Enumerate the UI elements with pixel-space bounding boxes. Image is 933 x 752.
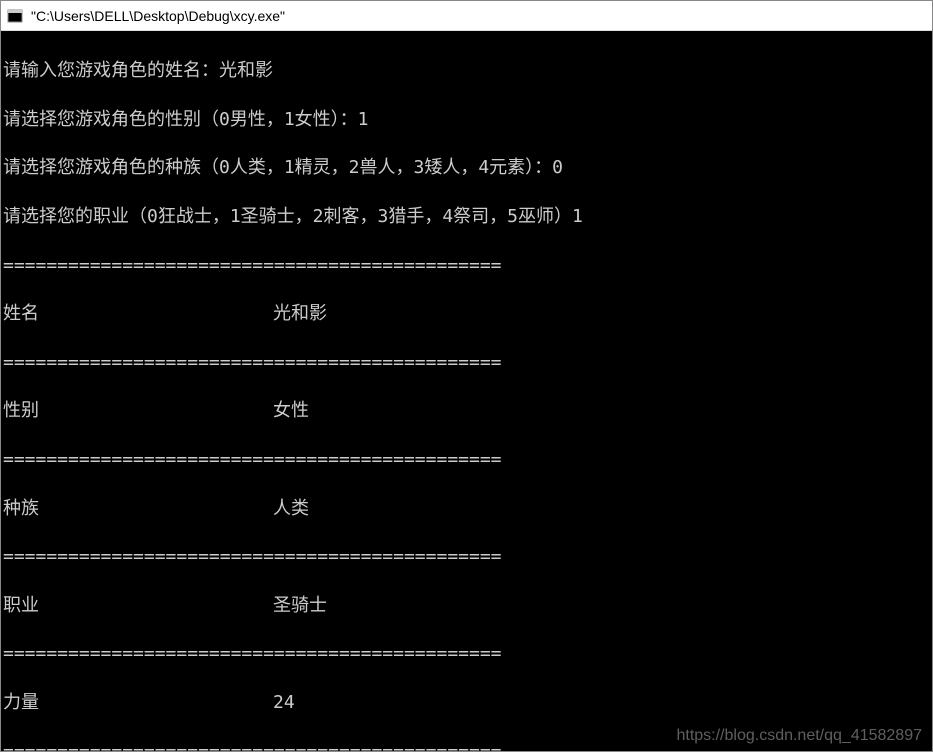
prompt-occupation: 请选择您的职业（0狂战士，1圣骑士，2刺客，3猎手，4祭司，5巫师）1 (3, 205, 930, 229)
stat-row: 姓名光和影 (3, 302, 930, 326)
stat-label: 性别 (3, 399, 273, 423)
stat-label: 力量 (3, 691, 273, 715)
watermark: https://blog.csdn.net/qq_41582897 (676, 725, 922, 747)
stat-value: 女性 (273, 399, 309, 423)
stat-label: 种族 (3, 497, 273, 521)
window-title: "C:\Users\DELL\Desktop\Debug\xcy.exe" (31, 8, 285, 24)
console-window: "C:\Users\DELL\Desktop\Debug\xcy.exe" 请输… (0, 0, 933, 752)
stat-value: 人类 (273, 497, 309, 521)
stat-row: 力量24 (3, 691, 930, 715)
prompt-name: 请输入您游戏角色的姓名：光和影 (3, 59, 930, 83)
separator: ========================================… (3, 448, 930, 472)
separator: ========================================… (3, 254, 930, 278)
separator: ========================================… (3, 545, 930, 569)
stat-row: 种族人类 (3, 497, 930, 521)
titlebar[interactable]: "C:\Users\DELL\Desktop\Debug\xcy.exe" (1, 1, 932, 31)
stat-label: 姓名 (3, 302, 273, 326)
stat-row: 性别女性 (3, 399, 930, 423)
console-body[interactable]: 请输入您游戏角色的姓名：光和影 请选择您游戏角色的性别（0男性，1女性）：1 请… (1, 31, 932, 751)
app-icon (7, 8, 23, 24)
separator: ========================================… (3, 351, 930, 375)
stat-value: 圣骑士 (273, 594, 327, 618)
stat-row: 职业圣骑士 (3, 594, 930, 618)
prompt-race: 请选择您游戏角色的种族（0人类，1精灵，2兽人，3矮人，4元素）：0 (3, 156, 930, 180)
stat-label: 职业 (3, 594, 273, 618)
stat-value: 光和影 (273, 302, 327, 326)
separator: ========================================… (3, 642, 930, 666)
stat-value: 24 (273, 691, 295, 715)
prompt-gender: 请选择您游戏角色的性别（0男性，1女性）：1 (3, 108, 930, 132)
